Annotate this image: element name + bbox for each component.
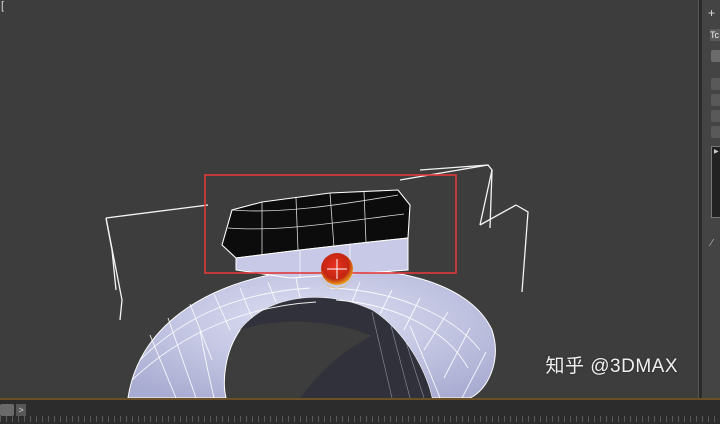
command-button-4[interactable] bbox=[711, 126, 720, 138]
viewport-scene bbox=[105, 164, 529, 398]
command-panel: + Tc ▶ ⁄ bbox=[702, 0, 720, 398]
modifier-icon[interactable] bbox=[711, 50, 720, 62]
timeline-ticks[interactable] bbox=[0, 416, 720, 422]
expand-arrow-icon[interactable]: ▶ bbox=[714, 148, 719, 155]
create-tab-icon[interactable]: + bbox=[708, 6, 715, 20]
pin-stack-icon[interactable]: ⁄ bbox=[711, 238, 713, 249]
command-button-1[interactable] bbox=[711, 78, 720, 90]
modifier-stack-list[interactable]: ▶ bbox=[711, 146, 720, 218]
command-button-3[interactable] bbox=[711, 110, 720, 122]
torus-mesh bbox=[127, 267, 496, 398]
time-slider[interactable] bbox=[0, 404, 14, 416]
selected-faces bbox=[221, 189, 411, 279]
command-button-2[interactable] bbox=[711, 94, 720, 106]
watermark-text: 知乎 @3DMAX bbox=[545, 356, 678, 377]
next-frame-button[interactable]: > bbox=[16, 404, 26, 416]
perspective-viewport[interactable]: [知乎 @3DMAX bbox=[0, 0, 698, 398]
object-name-field[interactable]: Tc bbox=[710, 29, 720, 41]
timeline-bar: > bbox=[0, 398, 720, 424]
